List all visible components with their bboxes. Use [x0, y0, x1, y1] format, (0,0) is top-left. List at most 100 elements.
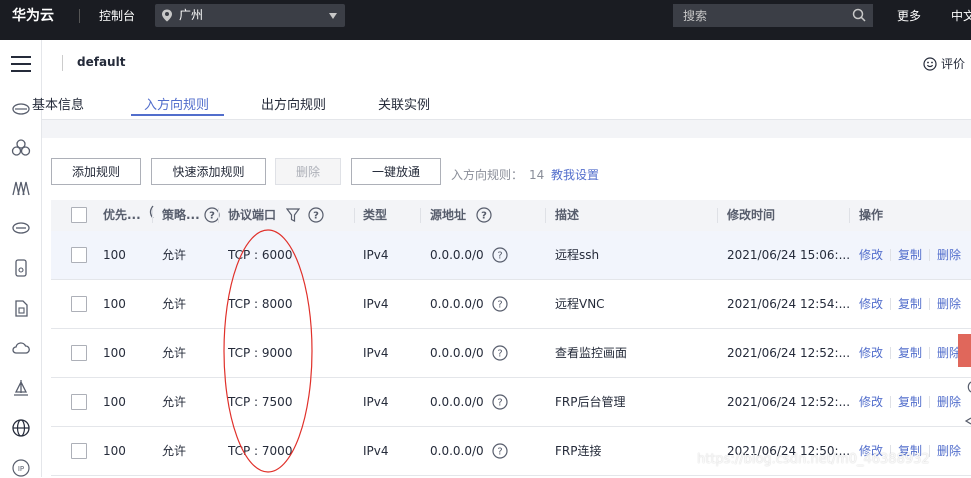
column-priority[interactable]: 优先...	[103, 200, 145, 231]
copy-link[interactable]: 复制	[898, 297, 922, 311]
svg-text:?: ?	[481, 211, 487, 222]
smile-icon	[923, 57, 937, 71]
column-divider	[218, 208, 219, 223]
column-policy[interactable]: 策略...?	[162, 200, 220, 231]
cell-modified-time: 2021/06/24 12:54:...	[727, 297, 851, 311]
delete-button[interactable]: 删除	[275, 158, 341, 185]
table-row[interactable]: 100 允许 TCP : 8000 IPv4 0.0.0.0/0? 远程VNC …	[51, 280, 971, 329]
cloud-server-icon[interactable]	[11, 98, 31, 118]
table-row[interactable]: 100 允许 TCP : 7500 IPv4 0.0.0.0/0? FRP后台管…	[51, 378, 971, 427]
cluster-icon[interactable]	[11, 138, 31, 158]
help-icon[interactable]: ?	[476, 207, 492, 223]
cell-modified-time: 2021/06/24 12:52:...	[727, 346, 851, 360]
mobile-icon[interactable]	[11, 258, 31, 278]
modify-link[interactable]: 修改	[859, 395, 883, 409]
top-bar: 华为云 控制台 广州 更多 中文	[0, 0, 971, 40]
column-policy-label: 策略...	[162, 208, 200, 222]
svg-text:?: ?	[497, 398, 502, 409]
row-checkbox[interactable]	[71, 443, 87, 459]
active-tab-indicator	[131, 114, 224, 116]
more-menu[interactable]: 更多	[897, 0, 921, 32]
one-click-allow-button[interactable]: 一键放通	[351, 158, 441, 185]
cell-modified-time: 2021/06/24 15:06:...	[727, 248, 851, 262]
divider	[929, 298, 931, 310]
help-setup-link[interactable]: 教我设置	[551, 166, 599, 183]
cell-priority: 100	[103, 346, 126, 360]
copy-link[interactable]: 复制	[898, 346, 922, 360]
language-switch[interactable]: 中文	[951, 0, 971, 32]
column-divider	[717, 208, 718, 223]
modify-link[interactable]: 修改	[859, 346, 883, 360]
help-icon[interactable]	[962, 380, 971, 394]
huawei-cloud-logo[interactable]: 华为云	[12, 0, 54, 32]
help-icon[interactable]: ?	[492, 296, 508, 312]
document-icon[interactable]	[11, 298, 31, 318]
cell-priority: 100	[103, 248, 126, 262]
delete-link[interactable]: 删除	[937, 248, 961, 262]
tab-basic-info[interactable]: 基本信息	[32, 94, 84, 113]
column-actions: 操作	[859, 208, 884, 222]
column-description[interactable]: 描述	[555, 200, 579, 231]
svg-text:?: ?	[209, 211, 215, 222]
column-source[interactable]: 源地址?	[430, 200, 492, 231]
tab-outbound-rules[interactable]: 出方向规则	[261, 94, 326, 113]
filter-icon[interactable]	[286, 207, 301, 223]
location-pin-icon	[162, 9, 172, 22]
cell-type: IPv4	[363, 297, 389, 311]
divider	[62, 55, 63, 71]
add-rule-button[interactable]: 添加规则	[51, 158, 141, 185]
console-link[interactable]: 控制台	[99, 0, 135, 32]
svg-text:?: ?	[497, 447, 502, 458]
cloud-icon[interactable]	[11, 338, 31, 358]
modify-link[interactable]: 修改	[859, 248, 883, 262]
rule-count-label: 入方向规则：	[451, 168, 524, 182]
row-checkbox[interactable]	[71, 394, 87, 410]
delete-link[interactable]: 删除	[937, 444, 961, 458]
cell-type: IPv4	[363, 248, 389, 262]
column-protocol-port[interactable]: 协议端口?	[228, 200, 324, 231]
cell-description: FRP连接	[555, 444, 602, 458]
cell-actions: 修改 复制 删除	[859, 280, 971, 329]
row-checkbox[interactable]	[71, 296, 87, 312]
select-all-checkbox[interactable]	[71, 207, 87, 223]
tab-associated-instances[interactable]: 关联实例	[378, 94, 430, 113]
table-row[interactable]: 100 允许 TCP : 6000 IPv4 0.0.0.0/0? 远程ssh …	[51, 231, 971, 280]
storage-icon[interactable]	[11, 218, 31, 238]
region-selector[interactable]: 广州	[155, 4, 345, 27]
cell-type: IPv4	[363, 395, 389, 409]
row-checkbox[interactable]	[71, 247, 87, 263]
chat-icon[interactable]	[962, 414, 971, 428]
column-divider	[354, 208, 355, 223]
help-icon[interactable]: ?	[492, 247, 508, 263]
source-value: 0.0.0.0/0	[430, 395, 484, 409]
column-priority-help-icon	[147, 200, 155, 231]
column-type[interactable]: 类型	[363, 200, 387, 231]
cell-source: 0.0.0.0/0?	[430, 378, 508, 427]
search-input[interactable]	[673, 4, 873, 27]
rate-button[interactable]: 评价	[923, 55, 965, 72]
modify-link[interactable]: 修改	[859, 297, 883, 311]
sailboat-icon[interactable]	[11, 378, 31, 398]
copy-link[interactable]: 复制	[898, 395, 922, 409]
help-icon[interactable]: ?	[308, 207, 324, 223]
feedback-float-tab[interactable]	[958, 334, 971, 367]
section-spacer	[42, 120, 971, 138]
help-icon[interactable]: ?	[492, 443, 508, 459]
help-icon[interactable]: ?	[492, 394, 508, 410]
tab-bar: 基本信息 入方向规则 出方向规则 关联实例	[32, 84, 971, 120]
help-icon[interactable]: ?	[492, 345, 508, 361]
column-modified-time[interactable]: 修改时间	[727, 200, 775, 231]
table-row[interactable]: 100 允许 TCP : 9000 IPv4 0.0.0.0/0? 查看监控画面…	[51, 329, 971, 378]
ip-icon[interactable]: IP	[11, 458, 31, 478]
row-checkbox[interactable]	[71, 345, 87, 361]
network-icon[interactable]	[11, 178, 31, 198]
divider	[890, 396, 892, 408]
search-icon[interactable]	[852, 8, 866, 22]
tab-inbound-rules[interactable]: 入方向规则	[144, 94, 209, 113]
globe-icon[interactable]	[11, 418, 31, 438]
copy-link[interactable]: 复制	[898, 248, 922, 262]
hamburger-menu-icon[interactable]	[11, 56, 31, 72]
quick-add-rule-button[interactable]: 快速添加规则	[151, 158, 266, 185]
delete-link[interactable]: 删除	[937, 297, 961, 311]
delete-link[interactable]: 删除	[937, 395, 961, 409]
